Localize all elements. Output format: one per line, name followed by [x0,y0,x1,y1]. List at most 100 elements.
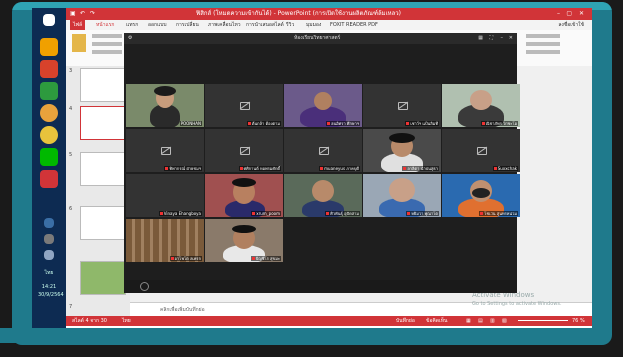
participant-tile[interactable]: หยิมวา พุณาโต [363,174,441,217]
participant-tile[interactable]: xrum_poom [205,174,283,217]
slide-thumbnail[interactable] [80,206,126,240]
slideshow-icon[interactable]: ▧ [502,316,507,326]
tab-insert[interactable]: แทรก [126,20,138,30]
network-icon[interactable] [44,234,54,244]
settings-icon[interactable]: ⚙ [128,33,132,44]
participant-tile[interactable]: ต้นกล้า ต้องตาม [205,84,283,127]
tab-review[interactable]: รีวิว [286,20,294,30]
slide-number: 3 [69,68,73,74]
slide-thumbnail[interactable] [80,68,126,102]
chrome-icon[interactable] [40,126,58,144]
participant-name: Suxxchak [492,166,518,171]
slide-thumbnail[interactable] [80,261,126,295]
participant-tile[interactable]: เชาว์ฯ แป้นลิมที [363,84,441,127]
language-indicator[interactable]: ไทย [122,316,131,326]
participant-tile[interactable]: โชเว่น สุนทรหน่วม [442,174,520,217]
tab-slideshow[interactable]: การนำเสนอสไลด์ [246,20,284,30]
participant-tile[interactable]: Vinaya Ehangboya [126,174,204,217]
reading-view-icon[interactable]: ▥ [490,316,495,326]
zoom-slider[interactable] [518,320,568,321]
powerpoint-icon[interactable] [40,170,58,188]
participant-name: ศศิกานต์ หอพรมศักดิ์ [238,166,281,171]
window-title: ฟิสิกส์ (โหมดความเข้ากันได้) - PowerPoin… [196,10,401,17]
taskbar-language[interactable]: ไทย [38,270,60,276]
participant-tile[interactable]: ทิพากรณ์ ฝ่ายชมฯ [126,129,204,172]
cut-button[interactable] [92,34,122,38]
participant-name: โชเว่น สุนทรหน่วม [479,211,518,216]
participant-name: ทิพากรณ์ ฝ่ายชมฯ [164,166,202,171]
tab-home[interactable]: หน้าแรก [96,20,114,30]
volume-icon[interactable] [44,250,54,260]
participant-name: ณิชาภัทร ไก่ชะโอ [480,121,518,126]
participant-tile[interactable]: ฮนอิศรา ศึกษาฯ [284,84,362,127]
minimize-icon[interactable]: – [501,33,504,44]
zoom-level[interactable]: 76 % [572,316,585,326]
participant-tile[interactable]: ณิชาภัทร ไก่ชะโอ [442,84,520,127]
signin-link[interactable]: ลงชื่อเข้าใช้ [558,20,584,30]
save-icon[interactable]: ▣ [70,8,76,20]
participant-name: muaneyus ภาคบุดี [319,166,360,171]
powerpoint-title-bar: ▣ ↶ ↷ ฟิสิกส์ (โหมดความเข้ากันได้) - Pow… [66,8,592,20]
notes-toggle[interactable]: บันทึกย่อ [396,316,415,326]
participant-name: ฮนอิศรา ศึกษาฯ [326,121,360,126]
taskbar-time[interactable]: 14:21 [38,284,60,290]
tray-icon[interactable] [44,218,54,228]
select-button[interactable] [526,50,560,54]
maximize-icon[interactable]: ▢ [566,8,572,20]
find-button[interactable] [526,34,560,38]
ribbon-tabs: ไฟล์ หน้าแรก แทรก ออกแบบ การเปลี่ยน ภาพเ… [66,20,592,30]
participant-name: อาโพโต ลเพรก [169,256,202,261]
participant-tile[interactable]: อาโพโต ลเพรก [126,219,204,262]
slide-number: 7 [69,304,73,310]
participant-tile[interactable]: Suxxchak [442,129,520,172]
windows-start-icon[interactable] [43,14,55,26]
fullscreen-icon[interactable]: ⛶ [489,33,493,44]
slide-sorter-icon[interactable]: ▤ [478,316,483,326]
tab-file[interactable]: ไฟล์ [70,20,86,30]
notes-placeholder: คลิกเพื่อเพิ่มบันทึกย่อ [160,307,205,313]
line-icon[interactable] [40,148,58,166]
participant-tile[interactable]: บิญชิโร สุขมะ [205,219,283,262]
camera-off-icon [319,147,329,155]
participant-name: xrum_poom [251,211,281,216]
slide-thumbnail[interactable] [80,152,126,186]
replace-button[interactable] [526,42,560,46]
participant-tile[interactable]: muaneyus ภาคบุดี [284,129,362,172]
tab-foxit[interactable]: FOXIT READER PDF [330,20,378,30]
undo-icon[interactable]: ↶ [80,8,85,20]
windows-taskbar: ไทย 14:21 30/9/2564 [32,8,66,328]
participant-tile[interactable]: ศิวพันธุ์ อุปัดสาม [284,174,362,217]
file-explorer-icon[interactable] [40,38,58,56]
participant-name: ศิวพันธุ์ อุปัดสาม [325,211,360,216]
copy-button[interactable] [92,42,122,46]
zoom-footer [124,280,517,293]
close-icon[interactable]: ✕ [579,8,584,20]
comments-toggle[interactable]: ข้อคิดเห็น [426,316,447,326]
minimize-icon[interactable]: – [557,8,560,20]
tab-animations[interactable]: ภาพเคลื่อนไหว [208,20,241,30]
redo-icon[interactable]: ↷ [90,8,95,20]
app-icon[interactable] [40,60,58,78]
slide-thumbnail-selected[interactable] [80,106,126,140]
participant-tile[interactable]: POONHAN [126,84,204,127]
close-icon[interactable]: ✕ [509,33,513,44]
tab-transitions[interactable]: การเปลี่ยน [176,20,199,30]
participant-name: ต้นกล้า ต้องตาม [246,121,281,126]
app-icon[interactable] [40,82,58,100]
tab-design[interactable]: ออกแบบ [148,20,167,30]
taskbar-date[interactable]: 30/9/2564 [38,292,64,298]
chat-icon[interactable] [140,282,149,291]
slide-number: 5 [69,152,73,158]
format-painter-button[interactable] [92,50,122,54]
tab-view[interactable]: มุมมอง [306,20,321,30]
monitor-bottom-bezel [0,328,600,343]
view-icon[interactable]: ▦ [478,33,483,44]
participant-name: เชาว์ฯ แป้นลิมที [405,121,439,126]
firefox-icon[interactable] [40,104,58,122]
participant-name: POONHAN [179,121,202,126]
participant-tile[interactable]: ลาลิตา นำปนสุธา [363,129,441,172]
normal-view-icon[interactable]: ▦ [466,316,471,326]
paste-icon[interactable] [72,34,86,52]
participant-tile[interactable]: ศศิกานต์ หอพรมศักดิ์ [205,129,283,172]
slide-counter: สไลด์ 4 จาก 30 [72,318,107,324]
